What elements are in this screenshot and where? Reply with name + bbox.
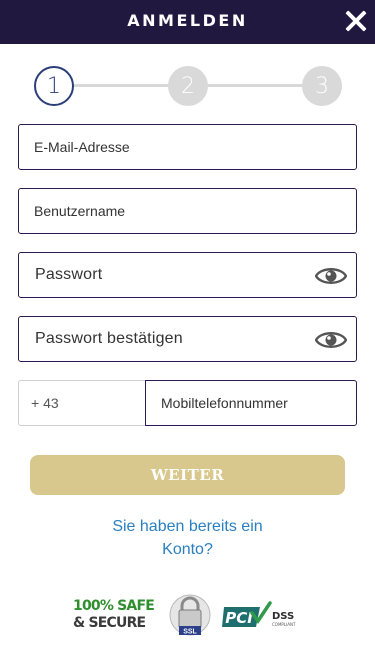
password-field-wrapper bbox=[18, 252, 357, 298]
eye-icon[interactable] bbox=[315, 265, 347, 287]
step-1: 1 bbox=[34, 66, 74, 106]
safe-badge-line1: 100% SAFE bbox=[73, 598, 155, 614]
safe-secure-badge: 100% SAFE & SECURE bbox=[73, 598, 157, 632]
pci-label: PCI bbox=[225, 609, 253, 627]
modal-header: ANMELDEN bbox=[0, 0, 375, 44]
trust-badges: 100% SAFE & SECURE SSL PCI DSS COMPLIANT bbox=[0, 593, 375, 637]
email-field-wrapper bbox=[18, 124, 357, 170]
phone-field[interactable] bbox=[146, 381, 356, 425]
step-connector bbox=[206, 84, 304, 87]
eye-icon[interactable] bbox=[315, 329, 347, 351]
email-field[interactable] bbox=[19, 125, 356, 169]
phone-field-wrapper bbox=[145, 380, 357, 426]
ssl-label: SSL bbox=[183, 629, 197, 636]
safe-badge-line2: & SECURE bbox=[73, 615, 146, 631]
dss-label: DSS bbox=[272, 611, 294, 622]
step-3: 3 bbox=[302, 66, 342, 106]
phone-row: + 43 bbox=[18, 380, 357, 426]
password-confirm-field[interactable] bbox=[19, 317, 356, 361]
ssl-lock-icon: SSL bbox=[169, 594, 211, 636]
next-button[interactable]: WEITER bbox=[30, 455, 345, 495]
password-field[interactable] bbox=[19, 253, 356, 297]
compliant-label: COMPLIANT bbox=[272, 622, 296, 627]
login-link[interactable]: Sie haben bereits ein Konto? bbox=[90, 515, 285, 561]
country-code-select[interactable]: + 43 bbox=[18, 380, 146, 426]
step-connector bbox=[72, 84, 170, 87]
step-2: 2 bbox=[168, 66, 208, 106]
step-indicator: 1 2 3 bbox=[34, 66, 342, 106]
page-title: ANMELDEN bbox=[127, 11, 248, 30]
username-field[interactable] bbox=[19, 189, 356, 233]
username-field-wrapper bbox=[18, 188, 357, 234]
password-confirm-field-wrapper bbox=[18, 316, 357, 362]
pci-dss-badge: PCI DSS COMPLIANT bbox=[222, 601, 296, 627]
close-icon[interactable] bbox=[345, 10, 367, 32]
